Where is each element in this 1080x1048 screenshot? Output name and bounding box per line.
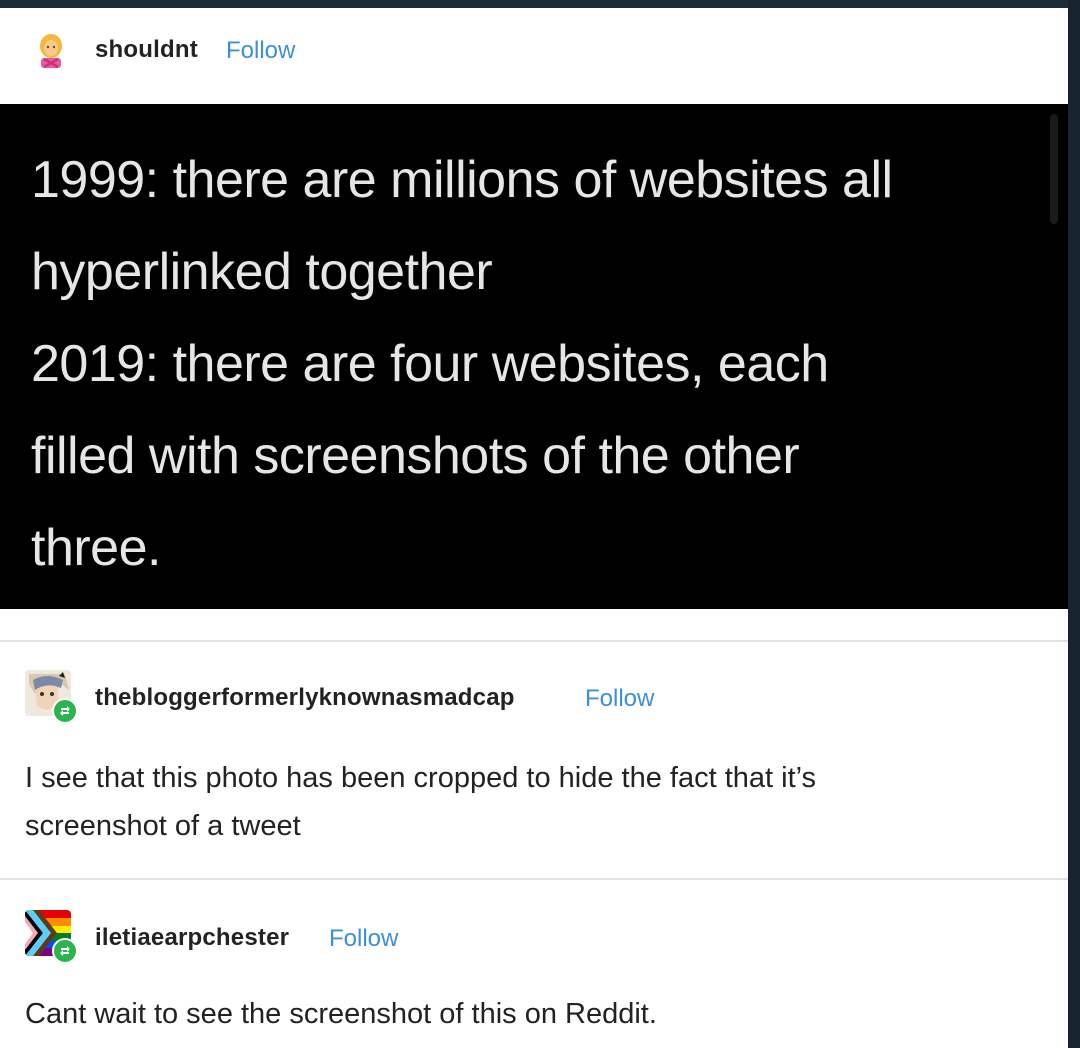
screenshot-frame: shouldnt Follow 1999: there are millions… (0, 0, 1080, 1048)
post-author-name[interactable]: shouldnt (95, 36, 198, 64)
divider (0, 640, 1068, 642)
tweet-text: 1999: there are millions of websites all… (31, 151, 893, 577)
scroll-indicator (1050, 114, 1058, 224)
comment-author-name[interactable]: thebloggerformerlyknownasmadcap (95, 684, 515, 712)
comment-text-line: Cant wait to see the screenshot of this … (25, 998, 657, 1030)
post-card: shouldnt Follow 1999: there are millions… (0, 8, 1068, 1048)
tweet-screenshot-image: 1999: there are millions of websites all… (0, 104, 1068, 609)
comment-text-line: I see that this photo has been cropped t… (25, 762, 817, 794)
emoji-avatar-icon[interactable] (35, 32, 67, 68)
comment-author-name[interactable]: iletiaearpchester (95, 924, 289, 952)
comment-text-line: screenshot of a tweet (25, 810, 301, 842)
window-edge (1068, 0, 1080, 1048)
divider (0, 878, 1068, 880)
reblog-icon (52, 698, 78, 724)
follow-button[interactable]: Follow (585, 685, 654, 713)
post-header: shouldnt Follow (0, 8, 1068, 104)
reblog-icon (52, 938, 78, 964)
follow-button[interactable]: Follow (226, 37, 295, 65)
follow-button[interactable]: Follow (329, 925, 398, 953)
